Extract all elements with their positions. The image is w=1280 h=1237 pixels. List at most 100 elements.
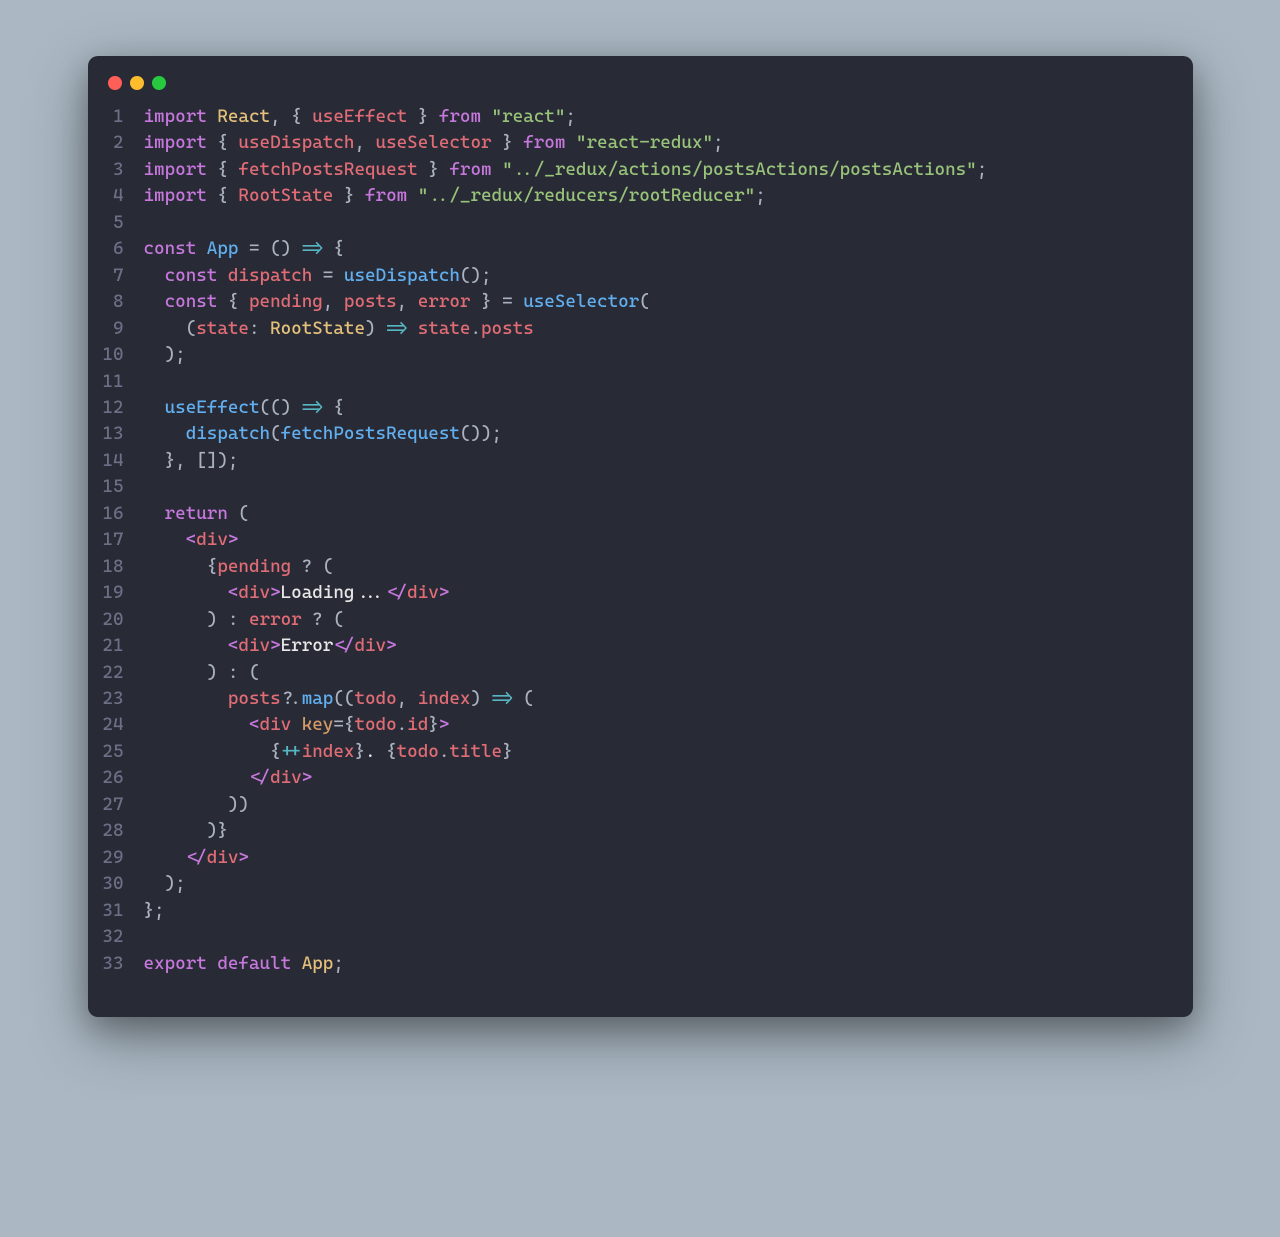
code-line: 21 <div>Error</div> [98,633,1173,659]
line-content: ) : error ? ( [144,607,344,633]
line-content: <div key={todo.id}> [144,712,450,738]
line-content: <div>Error</div> [144,633,397,659]
code-line: 30 ); [98,871,1173,897]
line-content: {pending ? ( [144,554,334,580]
code-line: 20 ) : error ? ( [98,607,1173,633]
line-number: 25 [98,739,144,765]
code-line: 24 <div key={todo.id}> [98,712,1173,738]
line-number: 33 [98,951,144,977]
line-content: <div> [144,527,239,553]
code-editor[interactable]: 1import React, { useEffect } from "react… [88,94,1193,987]
line-number: 23 [98,686,144,712]
code-line: 11 [98,369,1173,395]
line-content: import React, { useEffect } from "react"… [144,104,576,130]
line-number: 3 [98,157,144,183]
code-line: 15 [98,474,1173,500]
line-number: 4 [98,183,144,209]
code-line: 2import { useDispatch, useSelector } fro… [98,130,1173,156]
line-content: (state: RootState) => state.posts [144,316,534,342]
line-number: 21 [98,633,144,659]
code-line: 1import React, { useEffect } from "react… [98,104,1173,130]
line-number: 32 [98,924,144,950]
line-number: 10 [98,342,144,368]
minimize-icon[interactable] [130,76,144,90]
code-line: 29 </div> [98,845,1173,871]
code-line: 33export default App; [98,951,1173,977]
line-number: 8 [98,289,144,315]
line-number: 5 [98,210,144,236]
code-line: 28 )} [98,818,1173,844]
line-content: </div> [144,765,313,791]
code-line: 16 return ( [98,501,1173,527]
code-line: 6const App = () => { [98,236,1173,262]
line-content: ) : ( [144,660,260,686]
line-content: )} [144,818,228,844]
line-content: posts?.map((todo, index) => ( [144,686,534,712]
line-content: return ( [144,501,249,527]
code-line: 7 const dispatch = useDispatch(); [98,263,1173,289]
line-number: 11 [98,369,144,395]
line-content: import { fetchPostsRequest } from "../_r… [144,157,988,183]
code-line: 10 ); [98,342,1173,368]
line-content: dispatch(fetchPostsRequest()); [144,421,503,447]
line-number: 31 [98,898,144,924]
line-number: 28 [98,818,144,844]
line-number: 20 [98,607,144,633]
code-line: 22 ) : ( [98,660,1173,686]
code-line: 25 {++index}. {todo.title} [98,739,1173,765]
window-titlebar [88,56,1193,94]
close-icon[interactable] [108,76,122,90]
maximize-icon[interactable] [152,76,166,90]
code-line: 5 [98,210,1173,236]
line-number: 2 [98,130,144,156]
line-content: }; [144,898,165,924]
code-line: 3import { fetchPostsRequest } from "../_… [98,157,1173,183]
line-content: ); [144,342,186,368]
code-line: 12 useEffect(() => { [98,395,1173,421]
code-line: 8 const { pending, posts, error } = useS… [98,289,1173,315]
code-line: 18 {pending ? ( [98,554,1173,580]
line-content: )) [144,792,249,818]
line-content: useEffect(() => { [144,395,344,421]
code-line: 32 [98,924,1173,950]
line-number: 17 [98,527,144,553]
line-number: 15 [98,474,144,500]
code-line: 13 dispatch(fetchPostsRequest()); [98,421,1173,447]
line-number: 7 [98,263,144,289]
line-number: 30 [98,871,144,897]
line-number: 12 [98,395,144,421]
code-line: 27 )) [98,792,1173,818]
line-number: 24 [98,712,144,738]
line-number: 18 [98,554,144,580]
line-content: ); [144,871,186,897]
code-line: 23 posts?.map((todo, index) => ( [98,686,1173,712]
line-content: }, []); [144,448,239,474]
line-content: <div>Loading...</div> [144,580,450,606]
line-number: 27 [98,792,144,818]
line-content: import { RootState } from "../_redux/red… [144,183,766,209]
line-number: 16 [98,501,144,527]
line-number: 14 [98,448,144,474]
line-content: const App = () => { [144,236,344,262]
code-line: 4import { RootState } from "../_redux/re… [98,183,1173,209]
line-number: 19 [98,580,144,606]
line-number: 29 [98,845,144,871]
code-line: 17 <div> [98,527,1173,553]
line-content: const { pending, posts, error } = useSel… [144,289,650,315]
code-line: 14 }, []); [98,448,1173,474]
code-line: 9 (state: RootState) => state.posts [98,316,1173,342]
line-content: const dispatch = useDispatch(); [144,263,492,289]
code-line: 31}; [98,898,1173,924]
line-content: </div> [144,845,249,871]
line-content: {++index}. {todo.title} [144,739,513,765]
line-number: 13 [98,421,144,447]
line-number: 9 [98,316,144,342]
editor-window: 1import React, { useEffect } from "react… [88,56,1193,1017]
line-content: import { useDispatch, useSelector } from… [144,130,724,156]
line-content: export default App; [144,951,344,977]
line-number: 1 [98,104,144,130]
code-line: 19 <div>Loading...</div> [98,580,1173,606]
line-number: 26 [98,765,144,791]
code-line: 26 </div> [98,765,1173,791]
line-number: 22 [98,660,144,686]
